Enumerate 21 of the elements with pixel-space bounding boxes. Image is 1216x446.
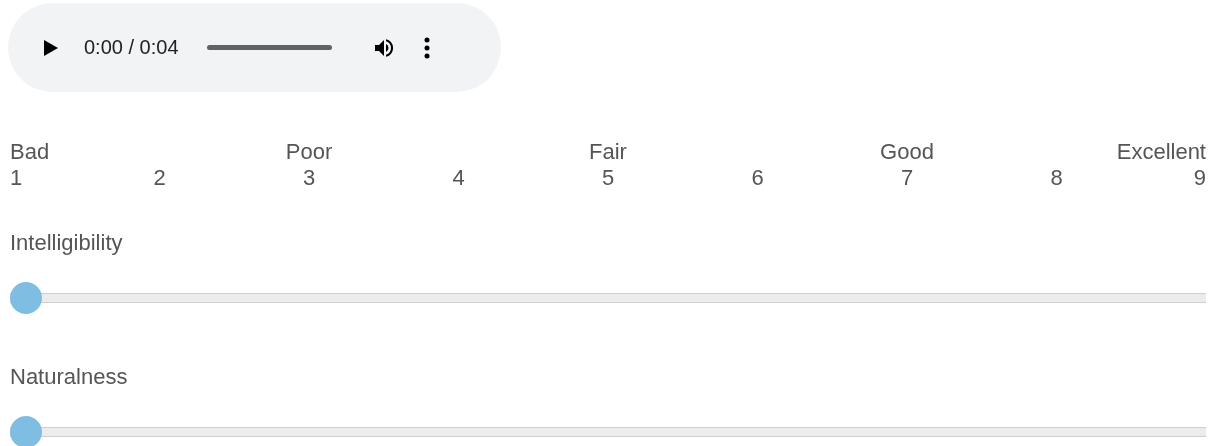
slider-thumb[interactable] — [10, 416, 42, 446]
scale-label: Good — [880, 140, 934, 164]
scale-number: 3 — [302, 166, 316, 190]
scale-number: 2 — [153, 166, 166, 190]
scale-number: 9 — [1193, 166, 1206, 190]
scale-label: Bad — [10, 140, 50, 164]
slider-thumb[interactable] — [10, 282, 42, 314]
slider-label: Intelligibility — [10, 230, 123, 256]
scale-label: Excellent — [1116, 140, 1206, 164]
scale-label: Fair — [589, 140, 627, 164]
scale-number: 7 — [900, 166, 914, 190]
scale-number: 6 — [751, 166, 764, 190]
scale-number: 4 — [452, 166, 465, 190]
playback-time: 0:00 / 0:04 — [84, 36, 179, 59]
scale-number: 8 — [1050, 166, 1063, 190]
play-icon[interactable] — [44, 39, 58, 56]
scale-number: 1 — [10, 166, 23, 190]
scale-label: Poor — [285, 140, 333, 164]
slider-label: Naturalness — [10, 364, 128, 390]
scale-number: 5 — [601, 166, 615, 190]
more-options-icon[interactable] — [423, 36, 430, 59]
